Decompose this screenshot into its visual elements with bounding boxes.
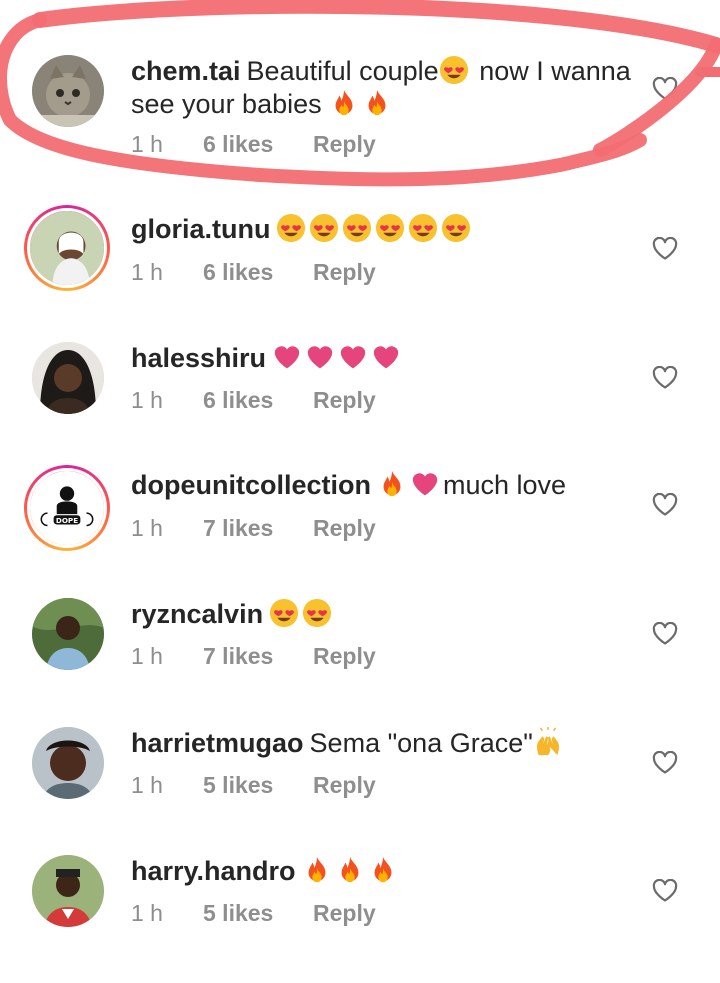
heart-eyes-emoji-icon <box>269 598 299 628</box>
comment-meta: 1 h 5 likes Reply <box>131 772 376 799</box>
heart-eyes-emoji-icon <box>441 213 471 243</box>
reply-button[interactable]: Reply <box>313 515 376 542</box>
heart-eyes-emoji-icon <box>408 213 438 243</box>
comment-likes[interactable]: 5 likes <box>203 900 313 927</box>
comment-body: much love <box>443 470 567 500</box>
fire-emoji-icon <box>329 88 359 118</box>
reply-button[interactable]: Reply <box>313 387 376 414</box>
comment-meta: 1 h 6 likes Reply <box>131 259 376 286</box>
comment-username[interactable]: harrietmugao <box>131 728 304 758</box>
comment-item: ryzncalvin 1 h 7 likes Reply <box>0 598 720 726</box>
pink-heart-emoji-icon <box>410 469 440 499</box>
comment-time: 1 h <box>131 515 163 541</box>
avatar: DOPE <box>27 468 107 548</box>
comment-item: gloria.tunu 1 h 6 likes Reply <box>0 205 720 333</box>
raised-hands-emoji-icon <box>533 727 563 757</box>
fire-emoji-icon <box>377 469 407 499</box>
heart-eyes-emoji-icon <box>276 213 306 243</box>
comment-text: harry.handro <box>131 855 631 888</box>
avatar[interactable] <box>32 342 104 414</box>
like-heart-icon[interactable] <box>652 77 678 101</box>
avatar-story-ring[interactable]: DOPE <box>24 465 110 551</box>
reply-button[interactable]: Reply <box>313 772 376 799</box>
pink-heart-emoji-icon <box>371 342 401 372</box>
heart-eyes-emoji-icon <box>309 213 339 243</box>
comment-likes[interactable]: 6 likes <box>203 387 313 414</box>
like-heart-icon[interactable] <box>652 622 678 646</box>
fire-emoji-icon <box>335 855 365 885</box>
comment-meta: 1 h 7 likes Reply <box>131 643 376 670</box>
heart-eyes-emoji-icon <box>439 55 469 85</box>
reply-button[interactable]: Reply <box>313 900 376 927</box>
comment-likes[interactable]: 6 likes <box>203 259 313 286</box>
comment-text: ryzncalvin <box>131 598 631 631</box>
avatar-story-ring[interactable] <box>24 205 110 291</box>
comment-time: 1 h <box>131 772 163 798</box>
comment-likes[interactable]: 5 likes <box>203 772 313 799</box>
like-heart-icon[interactable] <box>652 366 678 390</box>
comment-time: 1 h <box>131 131 163 157</box>
comment-time: 1 h <box>131 387 163 413</box>
comment-username[interactable]: dopeunitcollection <box>131 470 371 500</box>
pink-heart-emoji-icon <box>272 342 302 372</box>
comment-item: halesshiru 1 h 6 likes Reply <box>0 342 720 470</box>
comment-username[interactable]: gloria.tunu <box>131 214 270 244</box>
comment-meta: 1 h 6 likes Reply <box>131 131 376 158</box>
comment-meta: 1 h 6 likes Reply <box>131 387 376 414</box>
reply-button[interactable]: Reply <box>313 131 376 158</box>
avatar[interactable] <box>32 855 104 927</box>
avatar[interactable] <box>32 727 104 799</box>
comment-likes[interactable]: 7 likes <box>203 515 313 542</box>
comment-likes[interactable]: 7 likes <box>203 643 313 670</box>
comment-meta: 1 h 7 likes Reply <box>131 515 376 542</box>
comment-time: 1 h <box>131 643 163 669</box>
avatar[interactable] <box>32 55 104 127</box>
comment-meta: 1 h 5 likes Reply <box>131 900 376 927</box>
like-heart-icon[interactable] <box>652 493 678 517</box>
fire-emoji-icon <box>368 855 398 885</box>
comment-text: chem.tai Beautiful couple now I wanna see… <box>131 55 631 121</box>
comment-likes[interactable]: 6 likes <box>203 131 313 158</box>
avatar <box>27 208 107 288</box>
heart-eyes-emoji-icon <box>342 213 372 243</box>
comment-username[interactable]: harry.handro <box>131 856 296 886</box>
comment-text: dopeunitcollection much love <box>131 469 631 502</box>
comment-time: 1 h <box>131 900 163 926</box>
comment-item: chem.tai Beautiful couple now I wanna see… <box>0 55 720 183</box>
comment-username[interactable]: halesshiru <box>131 343 266 373</box>
comment-item: harrietmugao Sema "ona Grace" 1 h 5 likes R… <box>0 727 720 855</box>
like-heart-icon[interactable] <box>652 237 678 261</box>
comment-body: Beautiful couple <box>246 56 439 86</box>
avatar[interactable] <box>32 598 104 670</box>
like-heart-icon[interactable] <box>652 879 678 903</box>
comment-text: gloria.tunu <box>131 213 631 246</box>
reply-button[interactable]: Reply <box>313 643 376 670</box>
avatar-logo-text: DOPE <box>56 516 78 525</box>
comment-text: harrietmugao Sema "ona Grace" <box>131 727 631 760</box>
comment-body: Sema "ona Grace" <box>309 728 533 758</box>
comment-text: halesshiru <box>131 342 631 375</box>
reply-button[interactable]: Reply <box>313 259 376 286</box>
heart-eyes-emoji-icon <box>375 213 405 243</box>
comment-username[interactable]: ryzncalvin <box>131 599 263 629</box>
fire-emoji-icon <box>362 88 392 118</box>
pink-heart-emoji-icon <box>305 342 335 372</box>
pink-heart-emoji-icon <box>338 342 368 372</box>
fire-emoji-icon <box>302 855 332 885</box>
comment-username[interactable]: chem.tai <box>131 56 241 86</box>
comment-time: 1 h <box>131 259 163 285</box>
comment-item: harry.handro 1 h 5 likes Reply <box>0 855 720 983</box>
comment-item: DOPE dopeunitcollection much love 1 h 7 li… <box>0 465 720 593</box>
like-heart-icon[interactable] <box>652 751 678 775</box>
heart-eyes-emoji-icon <box>302 598 332 628</box>
